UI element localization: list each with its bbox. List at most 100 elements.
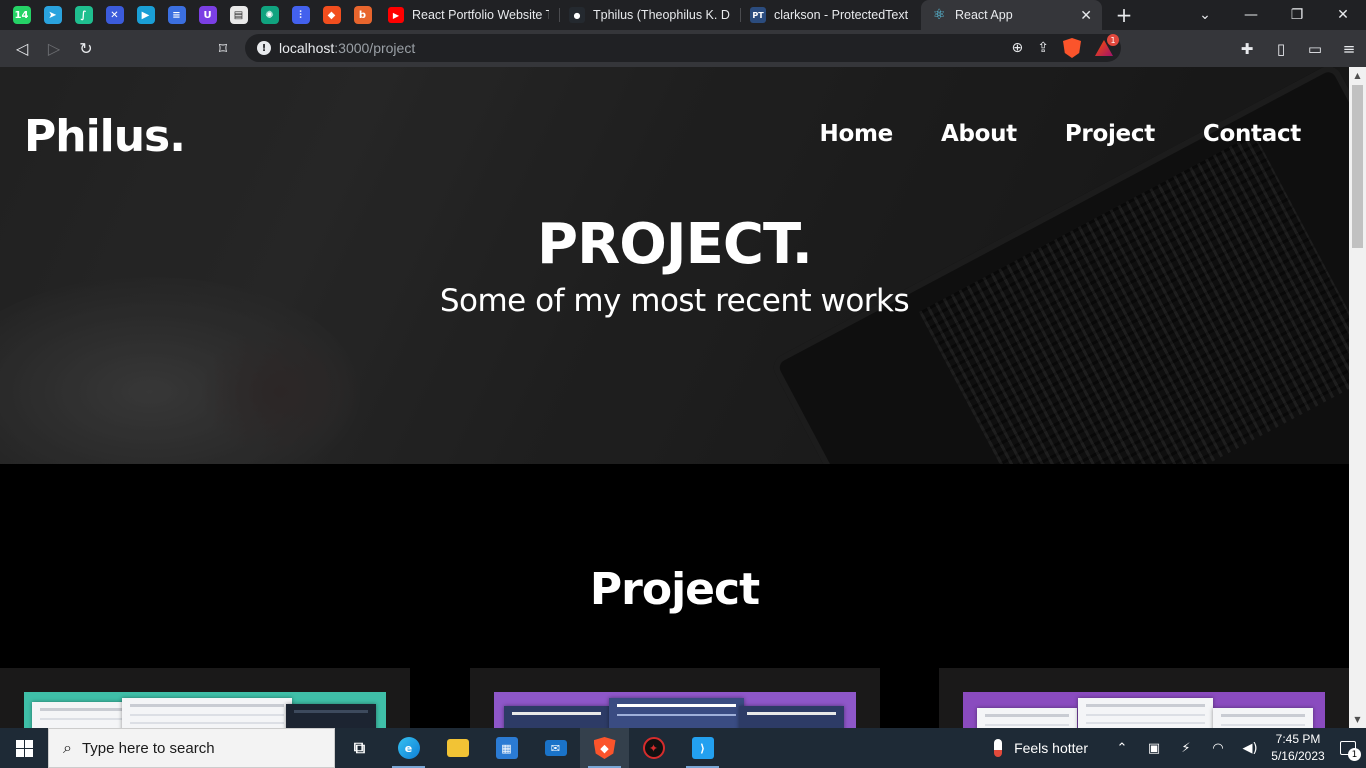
- task-view-button[interactable]: ⧉: [335, 728, 384, 768]
- meet-now-icon[interactable]: ▣: [1138, 741, 1170, 756]
- taskbar-app-red[interactable]: ✦: [629, 728, 678, 768]
- extensions-icon[interactable]: ✚: [1230, 40, 1264, 58]
- network-icon[interactable]: ◠: [1202, 741, 1234, 756]
- scroll-up-arrow[interactable]: ▲: [1349, 67, 1366, 84]
- pinned-tab[interactable]: ▤: [223, 0, 254, 30]
- chatgpt-icon: ✺: [260, 6, 279, 24]
- analytics-icon: ⫶: [291, 6, 310, 24]
- docs-icon: ≡: [167, 6, 186, 24]
- close-tab-icon[interactable]: ✕: [1080, 7, 1092, 24]
- restore-button[interactable]: ❐: [1274, 0, 1320, 30]
- taskbar-file-explorer[interactable]: [433, 728, 482, 768]
- window-controls: ⌄ — ❐ ✕: [1182, 0, 1366, 30]
- browser-toolbar: ◁ ▷ ↻ ⌑ ! localhost:3000/project ⊕ ⇪ 1 ✚…: [0, 30, 1366, 67]
- address-bar[interactable]: ! localhost:3000/project ⊕ ⇪ 1: [245, 34, 1121, 62]
- mail-icon: ✉: [544, 740, 567, 756]
- pinned-tab[interactable]: ✕: [99, 0, 130, 30]
- system-tray: Feels hotter ⌃ ▣ ⚡ ◠ ◀) 7:45 PM 5/16/202…: [994, 728, 1366, 768]
- browser-tab[interactable]: ● Tphilus (Theophilus K. Dadz: [559, 0, 740, 30]
- pinned-tab[interactable]: 14: [6, 0, 37, 30]
- url-path: :3000/project: [334, 40, 416, 56]
- close-window-button[interactable]: ✕: [1320, 0, 1366, 30]
- zoom-icon[interactable]: ⊕: [1012, 40, 1024, 56]
- site-logo[interactable]: Philus.: [24, 111, 186, 162]
- weather-widget[interactable]: Feels hotter: [994, 739, 1088, 757]
- nav-home[interactable]: Home: [820, 121, 894, 147]
- b-app-icon: b: [353, 6, 372, 24]
- reload-button[interactable]: ↻: [70, 34, 102, 64]
- pinned-tab[interactable]: b: [347, 0, 378, 30]
- menu-icon[interactable]: ≡: [1332, 40, 1366, 58]
- whatsapp-icon: 14: [12, 6, 31, 24]
- volume-icon[interactable]: ◀): [1234, 741, 1266, 756]
- page-viewport: Philus. Home About Project Contact PROJE…: [0, 67, 1349, 728]
- project-thumbnail[interactable]: [24, 692, 386, 728]
- power-icon[interactable]: ⚡: [1170, 741, 1202, 756]
- page-app-icon: ▤: [229, 6, 248, 24]
- pinned-tab[interactable]: ➤: [37, 0, 68, 30]
- brave-rewards-icon[interactable]: 1: [1095, 34, 1119, 56]
- start-button[interactable]: [0, 728, 48, 768]
- tab-title: Tphilus (Theophilus K. Dadz: [593, 8, 730, 22]
- browser-tab-strip: 14 ➤ ∫ ✕ ▶ ≡ U ▤ ✺ ⫶ ◆ b ▶ React Portfolio Website T…: [0, 0, 1366, 30]
- pinned-tabs: 14 ➤ ∫ ✕ ▶ ≡ U ▤ ✺ ⫶ ◆ b: [0, 0, 378, 30]
- project-section-title: Project: [589, 564, 760, 615]
- notification-center-button[interactable]: 1: [1330, 728, 1366, 768]
- search-icon: ⌕: [63, 738, 72, 757]
- windows-logo-icon: [15, 739, 33, 757]
- sidebar-icon[interactable]: ▯: [1264, 40, 1298, 58]
- youtube-icon: ▶: [388, 7, 404, 23]
- share-icon[interactable]: ⇪: [1037, 40, 1049, 56]
- back-button[interactable]: ◁: [6, 34, 38, 64]
- project-card[interactable]: [0, 668, 410, 728]
- nav-contact[interactable]: Contact: [1203, 121, 1301, 147]
- pinned-tab[interactable]: U: [192, 0, 223, 30]
- store-icon: ▦: [495, 737, 518, 759]
- taskbar-search-box[interactable]: ⌕ Type here to search: [48, 728, 335, 768]
- forward-button[interactable]: ▷: [38, 34, 70, 64]
- page-scrollbar[interactable]: ▲ ▼: [1349, 67, 1366, 728]
- pinned-tab[interactable]: ∫: [68, 0, 99, 30]
- nav-about[interactable]: About: [941, 121, 1017, 147]
- vscode-icon: ⟩: [691, 737, 714, 759]
- scrollbar-thumb[interactable]: [1352, 85, 1363, 248]
- github-icon: ●: [569, 7, 585, 23]
- url-host: localhost: [279, 40, 335, 56]
- address-bar-actions: ⊕ ⇪ 1: [1012, 34, 1119, 62]
- pinned-tab[interactable]: ≡: [161, 0, 192, 30]
- clock[interactable]: 7:45 PM 5/16/2023: [1266, 731, 1330, 765]
- project-card[interactable]: [470, 668, 880, 728]
- project-card[interactable]: [939, 668, 1349, 728]
- browser-tab[interactable]: ⚛ React App ✕: [921, 0, 1102, 30]
- project-thumbnail[interactable]: [963, 692, 1325, 728]
- pinned-tab[interactable]: ⫶: [285, 0, 316, 30]
- pinned-tab[interactable]: ◆: [316, 0, 347, 30]
- brave-shields-icon[interactable]: [1063, 38, 1081, 58]
- new-tab-button[interactable]: +: [1102, 3, 1146, 27]
- figma-icon: ◆: [322, 6, 341, 24]
- tool-app-icon: ✕: [105, 6, 124, 24]
- tab-search-icon[interactable]: ⌄: [1182, 0, 1228, 30]
- search-placeholder: Type here to search: [81, 739, 215, 757]
- chevron-up-icon[interactable]: ⌃: [1106, 741, 1138, 756]
- weather-text: Feels hotter: [1014, 740, 1088, 756]
- taskbar-edge[interactable]: e: [384, 728, 433, 768]
- minimize-button[interactable]: —: [1228, 0, 1274, 30]
- pinned-tab[interactable]: ▶: [130, 0, 161, 30]
- site-info-icon[interactable]: !: [257, 41, 271, 55]
- tab-title: React App: [955, 8, 1013, 22]
- bookmark-icon[interactable]: ⌑: [207, 34, 239, 64]
- pinned-tab[interactable]: ✺: [254, 0, 285, 30]
- taskbar-mail[interactable]: ✉: [531, 728, 580, 768]
- nav-project[interactable]: Project: [1065, 121, 1155, 147]
- taskbar-brave[interactable]: ◆: [580, 728, 629, 768]
- taskbar-vscode[interactable]: ⟩: [678, 728, 727, 768]
- browser-tab[interactable]: ▶ React Portfolio Website Tut: [378, 0, 559, 30]
- project-thumbnail[interactable]: [494, 692, 856, 728]
- wallet-icon[interactable]: ▭: [1298, 40, 1332, 58]
- url-text[interactable]: localhost:3000/project: [279, 40, 415, 56]
- taskbar-store[interactable]: ▦: [482, 728, 531, 768]
- protectedtext-icon: PT: [750, 7, 766, 23]
- scroll-down-arrow[interactable]: ▼: [1349, 711, 1366, 728]
- browser-tab[interactable]: PT clarkson - ProtectedText: [740, 0, 921, 30]
